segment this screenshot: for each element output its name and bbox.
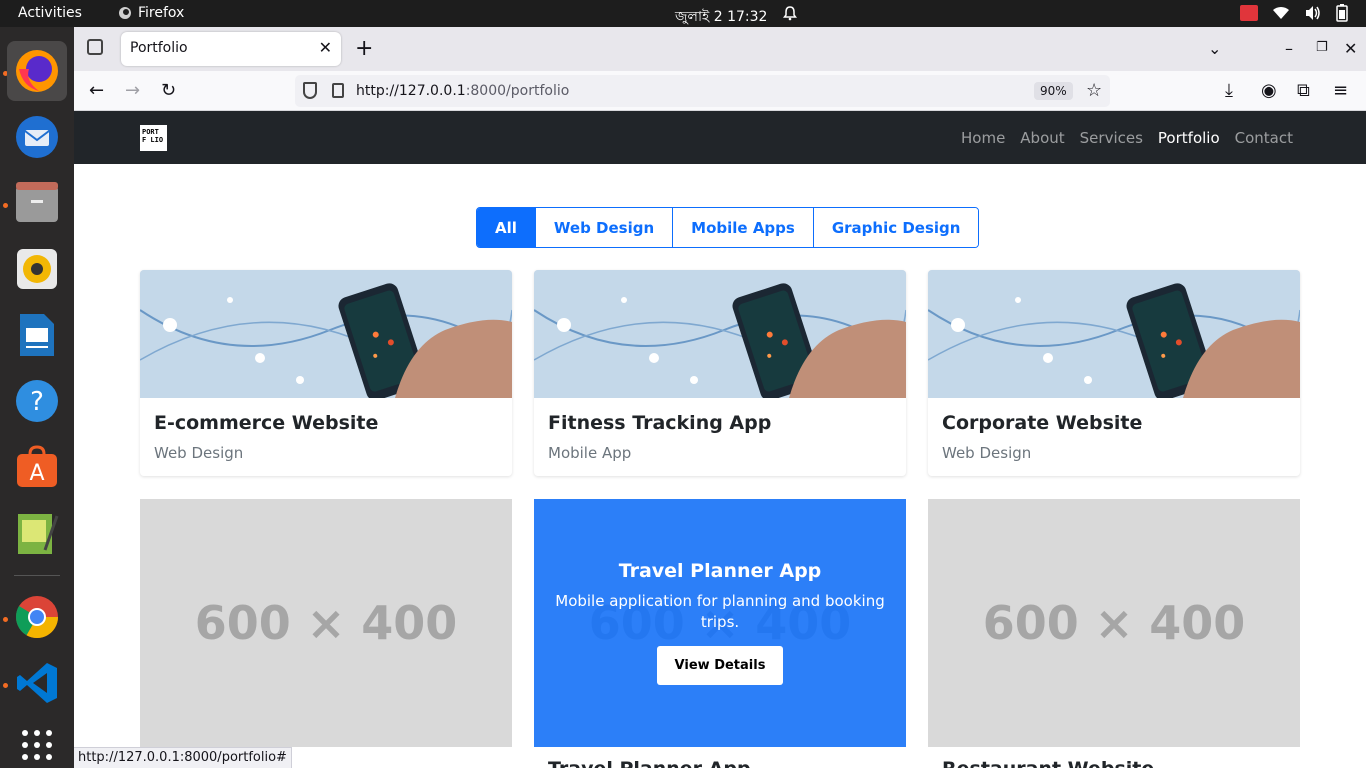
zoom-level[interactable]: 90% xyxy=(1034,82,1073,100)
new-tab-icon[interactable]: + xyxy=(355,36,373,61)
svg-text:?: ? xyxy=(30,387,44,417)
close-window-icon[interactable]: ✕ xyxy=(1344,39,1357,58)
card-title: Restaurant Website xyxy=(942,758,1154,768)
project-placeholder-image[interactable]: 600 × 400 Travel Planner App Mobile appl… xyxy=(534,499,906,747)
portfolio-filter-group: All Web Design Mobile Apps Graphic Desig… xyxy=(476,207,980,248)
bookmark-star-icon[interactable]: ☆ xyxy=(1086,80,1102,101)
nav-services[interactable]: Services xyxy=(1080,129,1143,147)
close-tab-icon[interactable]: ✕ xyxy=(319,38,332,57)
tab-title: Portfolio xyxy=(130,40,188,56)
rhythmbox-icon[interactable] xyxy=(7,239,67,299)
project-thumbnail xyxy=(928,270,1300,398)
back-icon[interactable]: ← xyxy=(89,80,104,101)
tracking-protection-icon[interactable] xyxy=(303,82,317,99)
app-name: Firefox xyxy=(138,5,185,21)
browser-tab-bar: Portfolio ✕ + ⌄ – ❐ ✕ xyxy=(74,27,1366,71)
card-title: Corporate Website xyxy=(942,412,1143,434)
downloads-icon[interactable]: ⤓ xyxy=(1225,80,1233,101)
help-icon[interactable]: ? xyxy=(7,371,67,431)
url-bar[interactable]: http://127.0.0.1:8000/portfolio 90% ☆ xyxy=(295,75,1110,107)
forward-icon[interactable]: → xyxy=(125,80,140,101)
clock[interactable]: জুলাই 2 17:32 xyxy=(675,5,767,29)
show-apps-grid-icon[interactable] xyxy=(7,715,67,768)
thunderbird-icon[interactable] xyxy=(7,107,67,167)
browser-tab[interactable]: Portfolio ✕ xyxy=(121,32,341,66)
extensions-icon[interactable]: ⧉ xyxy=(1297,80,1310,101)
app-menu[interactable]: Firefox xyxy=(118,5,184,21)
svg-text:A: A xyxy=(29,461,44,486)
view-details-button[interactable]: View Details xyxy=(657,646,783,685)
site-navbar: PORT F LIO Home About Services Portfolio … xyxy=(74,111,1366,164)
dock-separator xyxy=(14,575,60,576)
list-tabs-icon[interactable]: ⌄ xyxy=(1208,39,1221,58)
filter-web-design-button[interactable]: Web Design xyxy=(534,208,673,247)
card-category: Web Design xyxy=(154,444,244,462)
card-title: Travel Planner App xyxy=(548,758,751,768)
activities-button[interactable]: Activities xyxy=(18,5,82,21)
menu-hamburger-icon[interactable]: ≡ xyxy=(1333,80,1348,101)
card-title: Fitness Tracking App xyxy=(548,412,772,434)
site-menu: Home About Services Portfolio Contact xyxy=(961,129,1293,147)
reload-icon[interactable]: ↻ xyxy=(161,80,176,101)
filter-mobile-apps-button[interactable]: Mobile Apps xyxy=(672,208,813,247)
chrome-icon[interactable] xyxy=(7,587,67,647)
firefox-view-icon[interactable] xyxy=(87,39,103,55)
project-thumbnail xyxy=(534,270,906,398)
page-info-icon[interactable] xyxy=(332,83,344,98)
portfolio-card[interactable]: Corporate Website Web Design xyxy=(928,270,1300,476)
nav-portfolio[interactable]: Portfolio xyxy=(1158,129,1220,147)
overlay-title: Travel Planner App xyxy=(618,560,822,582)
text-editor-icon[interactable] xyxy=(7,503,67,563)
wifi-icon[interactable] xyxy=(1272,6,1290,20)
system-top-bar: Activities Firefox জুলাই 2 17:32 xyxy=(0,0,1366,27)
account-icon[interactable]: ◉ xyxy=(1261,80,1277,101)
app-center-icon[interactable]: A xyxy=(7,437,67,497)
placeholder-label: 600 × 400 xyxy=(982,596,1246,650)
project-placeholder-image[interactable]: 600 × 400 xyxy=(928,499,1300,747)
vscode-icon[interactable] xyxy=(7,653,67,713)
portfolio-card[interactable]: Fitness Tracking App Mobile App xyxy=(534,270,906,476)
card-category: Mobile App xyxy=(548,444,632,462)
filter-all-button[interactable]: All xyxy=(477,208,535,247)
notification-bell-icon[interactable] xyxy=(782,5,798,25)
restore-icon[interactable]: ❐ xyxy=(1316,40,1328,55)
nav-about[interactable]: About xyxy=(1020,129,1064,147)
card-title: E-commerce Website xyxy=(154,412,379,434)
filter-graphic-design-button[interactable]: Graphic Design xyxy=(812,208,979,247)
battery-icon[interactable] xyxy=(1336,4,1348,22)
nav-home[interactable]: Home xyxy=(961,129,1005,147)
portfolio-card[interactable]: E-commerce Website Web Design xyxy=(140,270,512,476)
volume-icon[interactable] xyxy=(1304,5,1322,21)
system-tray[interactable] xyxy=(1240,4,1348,22)
dock: ? A xyxy=(0,27,74,768)
nav-contact[interactable]: Contact xyxy=(1235,129,1293,147)
firefox-icon[interactable] xyxy=(7,41,67,101)
libreoffice-writer-icon[interactable] xyxy=(7,305,67,365)
placeholder-label: 600 × 400 xyxy=(194,596,458,650)
project-thumbnail xyxy=(140,270,512,398)
link-status-bar: http://127.0.0.1:8000/portfolio# xyxy=(74,747,292,768)
files-icon[interactable] xyxy=(7,173,67,233)
overlay-description: Mobile application for planning and book… xyxy=(555,592,885,631)
card-hover-overlay: Travel Planner App Mobile application fo… xyxy=(534,499,906,747)
screen-share-indicator-icon[interactable] xyxy=(1240,5,1258,21)
url-text[interactable]: http://127.0.0.1:8000/portfolio xyxy=(356,83,569,99)
browser-nav-bar: ← → ↻ http://127.0.0.1:8000/portfolio 90… xyxy=(74,71,1366,111)
firefox-small-icon xyxy=(119,7,131,19)
minimize-icon[interactable]: – xyxy=(1285,39,1293,58)
site-logo[interactable]: PORT F LIO xyxy=(140,125,167,151)
project-placeholder-image[interactable]: 600 × 400 xyxy=(140,499,512,747)
card-category: Web Design xyxy=(942,444,1032,462)
